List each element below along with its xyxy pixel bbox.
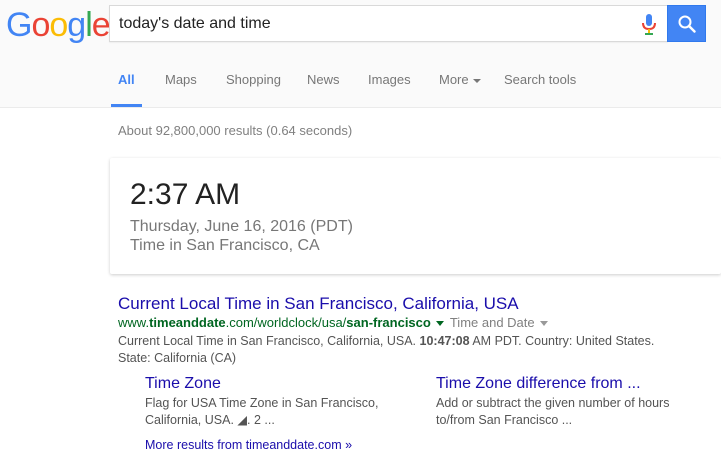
time-card: 2:37 AM Thursday, June 16, 2016 (PDT) Ti… — [110, 158, 721, 274]
chevron-down-icon — [472, 78, 481, 83]
search-result: Current Local Time in San Francisco, Cal… — [118, 293, 678, 367]
snippet-highlight: 10:47:08 — [419, 334, 470, 348]
current-time: 2:37 AM — [130, 178, 241, 211]
url-prefix: www. — [118, 315, 150, 330]
url-domain: timeanddate — [149, 315, 226, 330]
logo-letter: G — [6, 6, 32, 44]
result-stats: About 92,800,000 results (0.64 seconds) — [118, 123, 353, 138]
time-location: Time in San Francisco, CA — [130, 237, 320, 254]
tab-more-label: More — [439, 72, 469, 87]
logo-letter: g — [67, 6, 86, 44]
sitelink-title-link[interactable]: Time Zone difference from ... — [436, 374, 676, 394]
result-snippet: Current Local Time in San Francisco, Cal… — [118, 333, 663, 367]
tab-shopping[interactable]: Shopping — [226, 72, 281, 87]
search-input[interactable] — [119, 6, 619, 41]
current-date: Thursday, June 16, 2016 (PDT) — [130, 218, 353, 235]
tab-all[interactable]: All — [118, 72, 135, 87]
tab-images[interactable]: Images — [368, 72, 411, 87]
sitelink-title-link[interactable]: Time Zone — [145, 374, 385, 394]
tab-search-tools[interactable]: Search tools — [504, 72, 576, 87]
result-breadcrumb: Time and Date — [449, 315, 535, 330]
sitelink: Time Zone Flag for USA Time Zone in San … — [145, 374, 385, 429]
result-url-row: www.timeanddate.com/worldclock/usa/san-f… — [118, 315, 678, 331]
result-url: www.timeanddate.com/worldclock/usa/san-f… — [118, 315, 431, 330]
breadcrumb-chevron-icon[interactable] — [539, 320, 548, 326]
sitelink: Time Zone difference from ... Add or sub… — [436, 374, 676, 429]
sitelink-description: Add or subtract the given number of hour… — [436, 396, 670, 427]
url-mid: .com/worldclock/usa/ — [225, 315, 347, 330]
search-button[interactable] — [667, 5, 706, 42]
mic-icon[interactable] — [640, 14, 658, 35]
more-results-link[interactable]: More results from timeanddate.com » — [145, 438, 352, 452]
url-path: san-francisco — [346, 315, 431, 330]
active-tab-indicator — [111, 104, 142, 107]
result-title-link[interactable]: Current Local Time in San Francisco, Cal… — [118, 293, 678, 315]
logo-letter: o — [31, 6, 50, 44]
url-menu-icon[interactable] — [435, 320, 444, 326]
logo-letter: o — [49, 6, 68, 44]
logo-letter: e — [91, 6, 111, 44]
sitelink-description: Flag for USA Time Zone in San Francisco,… — [145, 396, 379, 427]
snippet-text: Current Local Time in San Francisco, Cal… — [118, 334, 420, 348]
google-logo[interactable]: Google — [6, 6, 111, 44]
search-icon — [678, 15, 696, 33]
tab-news[interactable]: News — [307, 72, 340, 87]
tab-maps[interactable]: Maps — [165, 72, 197, 87]
tab-more[interactable]: More — [439, 72, 481, 87]
header: Google All Maps Shopping News Images Mor… — [0, 0, 721, 108]
search-tabs: All Maps Shopping News Images More Searc… — [0, 62, 721, 108]
search-box — [109, 5, 668, 42]
